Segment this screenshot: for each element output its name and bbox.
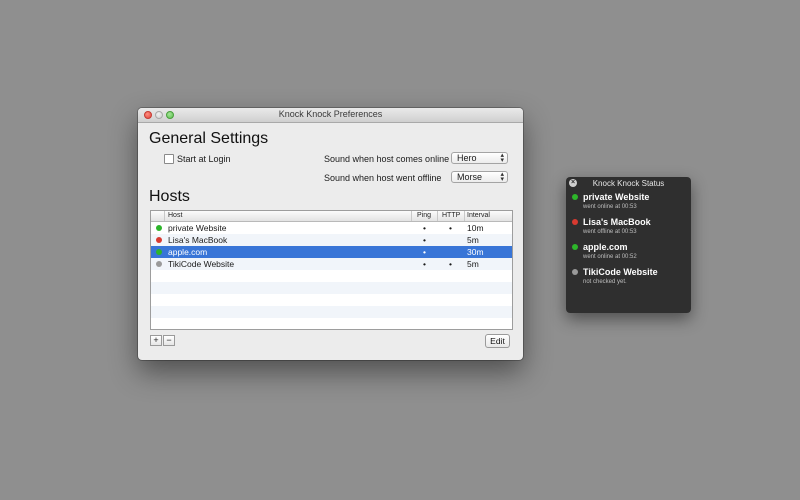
status-host-name: private Website [583, 192, 650, 202]
column-interval[interactable]: Interval [467, 212, 490, 219]
column-http[interactable]: HTTP [442, 212, 460, 219]
column-divider [437, 211, 438, 221]
column-divider [464, 211, 465, 221]
host-name: TikiCode Website [168, 259, 235, 269]
general-settings-heading: General Settings [149, 130, 269, 147]
column-host[interactable]: Host [168, 212, 182, 219]
start-at-login-checkbox[interactable] [164, 154, 174, 164]
sound-online-label: Sound when host comes online [324, 154, 450, 164]
status-dot-icon [156, 249, 162, 255]
sound-offline-value: Morse [457, 172, 483, 182]
status-dot-icon [572, 194, 578, 200]
remove-host-button[interactable]: − [163, 335, 175, 346]
column-divider [411, 211, 412, 221]
status-host-name: Lisa's MacBook [583, 217, 651, 227]
sound-offline-popup[interactable]: Morse ▴ ▾ [451, 171, 508, 183]
start-at-login-option[interactable]: Start at Login [164, 154, 231, 164]
edit-host-button[interactable]: Edit [485, 334, 510, 348]
empty-row [151, 306, 512, 318]
status-panel: × Knock Knock Status private Website wen… [566, 177, 691, 313]
status-dot-icon [572, 269, 578, 275]
table-row[interactable]: private Website • • 10m [151, 222, 512, 234]
empty-row [151, 270, 512, 282]
interval-value: 10m [467, 223, 484, 233]
table-row[interactable]: TikiCode Website • • 5m [151, 258, 512, 270]
ping-check: • [423, 247, 426, 257]
http-check: • [449, 223, 452, 233]
host-name: apple.com [168, 247, 208, 257]
status-host-name: TikiCode Website [583, 267, 658, 277]
preferences-window: Knock Knock Preferences General Settings… [138, 108, 523, 360]
status-dot-icon [572, 219, 578, 225]
status-message: not checked yet. [583, 279, 627, 285]
hosts-heading: Hosts [149, 188, 190, 205]
column-ping[interactable]: Ping [417, 212, 431, 219]
status-dot-icon [572, 244, 578, 250]
popup-arrows-icon: ▴ ▾ [500, 152, 504, 164]
ping-check: • [423, 259, 426, 269]
host-name: Lisa's MacBook [168, 235, 228, 245]
start-at-login-label: Start at Login [177, 154, 231, 164]
empty-row [151, 282, 512, 294]
empty-row [151, 294, 512, 306]
interval-value: 5m [467, 259, 479, 269]
interval-value: 5m [467, 235, 479, 245]
interval-value: 30m [467, 247, 484, 257]
table-row[interactable]: apple.com • 30m [151, 246, 512, 258]
column-divider [164, 211, 165, 221]
table-row[interactable]: Lisa's MacBook • 5m [151, 234, 512, 246]
hosts-table: Host Ping HTTP Interval private Website … [150, 210, 513, 330]
empty-row [151, 318, 512, 329]
status-message: went offline at 00:53 [583, 229, 637, 235]
window-title: Knock Knock Preferences [278, 109, 383, 119]
title-bar[interactable]: Knock Knock Preferences [138, 108, 523, 123]
http-check: • [449, 259, 452, 269]
status-host-name: apple.com [583, 242, 628, 252]
host-name: private Website [168, 223, 227, 233]
status-message: went online at 00:52 [583, 254, 637, 260]
popup-arrows-icon: ▴ ▾ [500, 171, 504, 183]
sound-online-value: Hero [457, 153, 477, 163]
status-dot-icon [156, 225, 162, 231]
ping-check: • [423, 223, 426, 233]
sound-online-popup[interactable]: Hero ▴ ▾ [451, 152, 508, 164]
sound-offline-label: Sound when host went offline [324, 173, 442, 183]
status-dot-icon [156, 237, 162, 243]
status-dot-icon [156, 261, 162, 267]
status-panel-title: Knock Knock Status [592, 179, 665, 188]
status-message: went online at 00:53 [583, 204, 637, 210]
add-host-button[interactable]: + [150, 335, 162, 346]
table-body: private Website • • 10m Lisa's MacBook •… [151, 222, 512, 329]
table-header: Host Ping HTTP Interval [151, 211, 512, 222]
ping-check: • [423, 235, 426, 245]
